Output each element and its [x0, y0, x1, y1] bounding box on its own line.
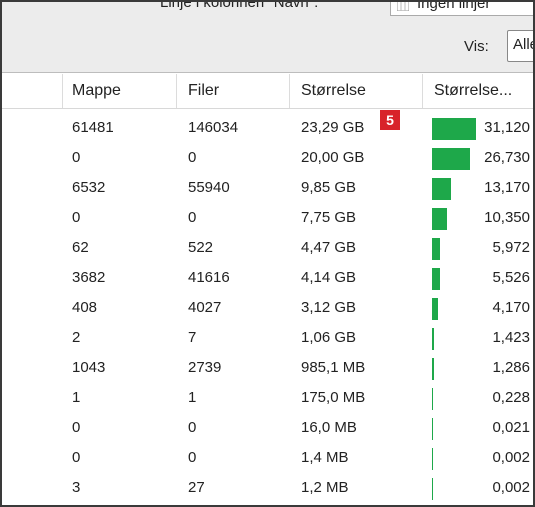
- size-percent-bar: [432, 388, 433, 410]
- cell-storrelse: 985,1 MB: [301, 359, 366, 376]
- column-header-storrelse[interactable]: Størrelse: [301, 82, 366, 100]
- cell-storrelse: 20,00 GB: [301, 149, 365, 166]
- cell-storrelse: 175,0 MB: [301, 389, 366, 406]
- table-row[interactable]: 1043 2739 985,1 MB 1,286: [2, 354, 533, 384]
- table-row[interactable]: 2 7 1,06 GB 1,423: [2, 324, 533, 354]
- vis-select[interactable]: Alle: [507, 30, 533, 62]
- cell-filer: 1: [188, 389, 197, 406]
- cell-storrelse-pct: 0,002: [492, 449, 530, 466]
- cell-storrelse-pct: 31,120: [484, 119, 530, 136]
- table-header: Mappe Filer Størrelse Størrelse...: [2, 74, 533, 109]
- cell-mappe: 2: [72, 329, 81, 346]
- size-percent-bar: [432, 418, 433, 440]
- line-column-value: Ingen linjer: [417, 0, 491, 12]
- table-row[interactable]: 1 1 175,0 MB 0,228: [2, 384, 533, 414]
- cell-storrelse-pct: 0,021: [492, 419, 530, 436]
- cell-mappe: 62: [72, 239, 89, 256]
- size-percent-bar: [432, 328, 434, 350]
- cell-filer: 522: [188, 239, 214, 256]
- line-column-label: Linje i kolonnen "Navn":: [160, 0, 319, 11]
- cell-storrelse: 4,14 GB: [301, 269, 357, 286]
- cell-storrelse-pct: 1,423: [492, 329, 530, 346]
- cell-filer: 41616: [188, 269, 230, 286]
- vis-value: Alle: [513, 36, 533, 53]
- table-row[interactable]: 0 0 16,0 MB 0,021: [2, 414, 533, 444]
- cell-filer: 7: [188, 329, 197, 346]
- vis-label: Vis:: [464, 38, 489, 55]
- cell-storrelse-pct: 13,170: [484, 179, 530, 196]
- cell-storrelse: 1,4 MB: [301, 449, 349, 466]
- table-row[interactable]: 3 27 1,2 MB 0,002: [2, 474, 533, 504]
- cell-filer: 55940: [188, 179, 230, 196]
- column-separator[interactable]: [422, 74, 423, 108]
- column-header-mappe[interactable]: Mappe: [72, 82, 121, 100]
- cell-storrelse: 23,29 GB: [301, 119, 365, 136]
- callout-badge: 5: [380, 110, 400, 130]
- cell-storrelse-pct: 0,228: [492, 389, 530, 406]
- cell-mappe: 3682: [72, 269, 106, 286]
- column-separator[interactable]: [289, 74, 290, 108]
- column-header-storrelse-pct[interactable]: Størrelse...: [434, 82, 512, 100]
- cell-storrelse: 1,2 MB: [301, 479, 349, 496]
- cell-mappe: 408: [72, 299, 98, 316]
- size-percent-bar: [432, 478, 433, 500]
- line-column-select[interactable]: Ingen linjer: [390, 0, 533, 16]
- table-row[interactable]: 62 522 4,47 GB 5,972: [2, 234, 533, 264]
- size-percent-bar: [432, 238, 440, 260]
- cell-storrelse-pct: 26,730: [484, 149, 530, 166]
- table-row[interactable]: 61481 146034 23,29 GB 31,120: [2, 114, 533, 144]
- cell-filer: 146034: [188, 119, 239, 136]
- cell-filer: 4027: [188, 299, 222, 316]
- cell-storrelse: 7,75 GB: [301, 209, 357, 226]
- cell-filer: 2739: [188, 359, 222, 376]
- column-separator[interactable]: [62, 74, 63, 108]
- cell-storrelse-pct: 5,526: [492, 269, 530, 286]
- table-row[interactable]: 0 0 7,75 GB 10,350: [2, 204, 533, 234]
- cell-storrelse: 16,0 MB: [301, 419, 357, 436]
- cell-storrelse-pct: 5,972: [492, 239, 530, 256]
- cell-filer: 0: [188, 149, 197, 166]
- cell-filer: 0: [188, 209, 197, 226]
- table-row[interactable]: 408 4027 3,12 GB 4,170: [2, 294, 533, 324]
- cell-storrelse: 1,06 GB: [301, 329, 357, 346]
- cell-mappe: 0: [72, 209, 81, 226]
- table-row[interactable]: 0 0 1,4 MB 0,002: [2, 444, 533, 474]
- size-percent-bar: [432, 298, 438, 320]
- cell-mappe: 1: [72, 389, 81, 406]
- cell-storrelse: 9,85 GB: [301, 179, 357, 196]
- cell-mappe: 61481: [72, 119, 114, 136]
- size-percent-bar: [432, 268, 440, 290]
- cell-mappe: 0: [72, 419, 81, 436]
- cell-filer: 0: [188, 419, 197, 436]
- lines-icon: [397, 2, 409, 11]
- cell-storrelse-pct: 10,350: [484, 209, 530, 226]
- cell-mappe: 0: [72, 449, 81, 466]
- window: Linje i kolonnen "Navn": Ingen linjer Vi…: [0, 0, 535, 507]
- toolbar: Linje i kolonnen "Navn": Ingen linjer Vi…: [2, 2, 533, 73]
- table-row[interactable]: 0 0 20,00 GB 26,730: [2, 144, 533, 174]
- cell-mappe: 3: [72, 479, 81, 496]
- cell-mappe: 6532: [72, 179, 106, 196]
- cell-storrelse-pct: 0,002: [492, 479, 530, 496]
- cell-storrelse-pct: 4,170: [492, 299, 530, 316]
- cell-storrelse: 3,12 GB: [301, 299, 357, 316]
- cell-filer: 0: [188, 449, 197, 466]
- cell-mappe: 1043: [72, 359, 106, 376]
- cell-storrelse: 4,47 GB: [301, 239, 357, 256]
- folder-size-table: Mappe Filer Størrelse Størrelse... 61481…: [2, 74, 533, 505]
- cell-filer: 27: [188, 479, 205, 496]
- column-header-filer[interactable]: Filer: [188, 82, 219, 100]
- cell-storrelse-pct: 1,286: [492, 359, 530, 376]
- cell-mappe: 0: [72, 149, 81, 166]
- table-row[interactable]: 6532 55940 9,85 GB 13,170: [2, 174, 533, 204]
- column-separator[interactable]: [176, 74, 177, 108]
- size-percent-bar: [432, 358, 434, 380]
- table-row[interactable]: 3682 41616 4,14 GB 5,526: [2, 264, 533, 294]
- size-percent-bar: [432, 448, 433, 470]
